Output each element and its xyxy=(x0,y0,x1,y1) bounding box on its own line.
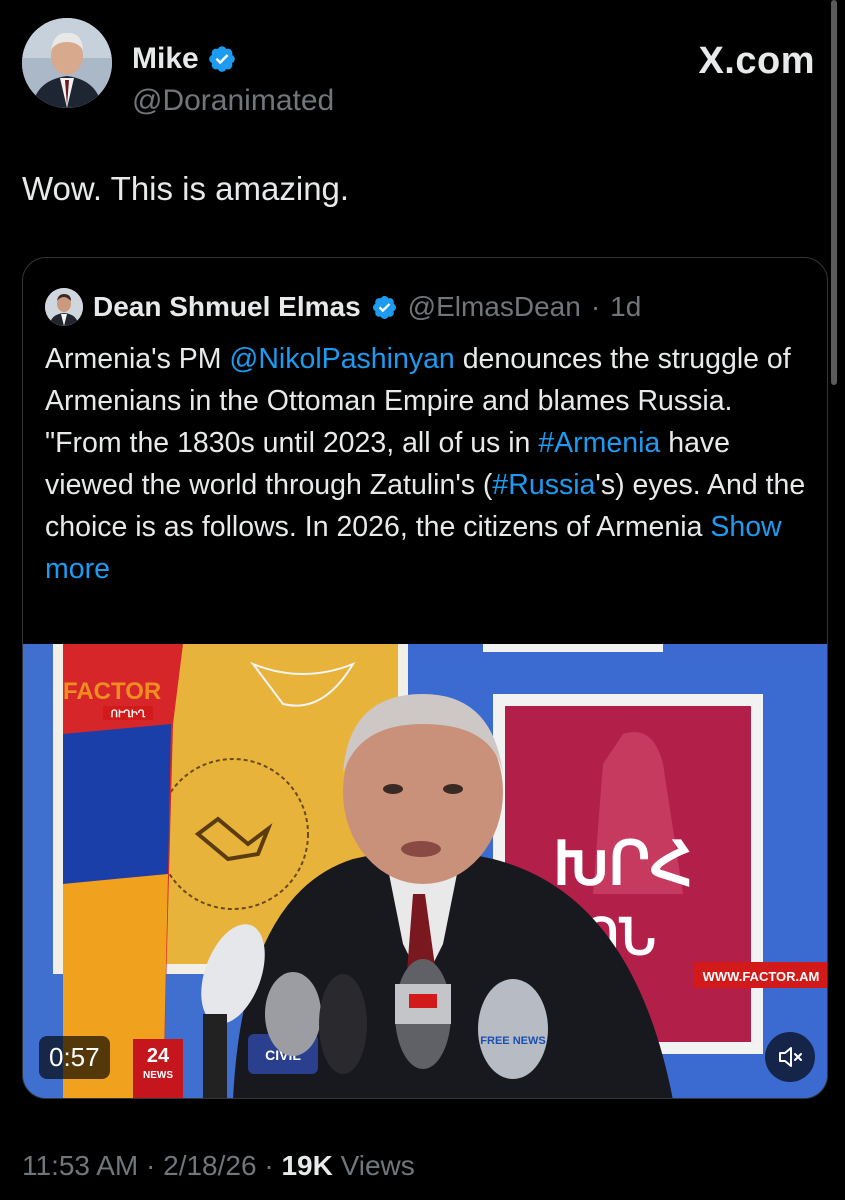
separator-dot: · xyxy=(590,291,601,322)
hashtag-link[interactable]: #Armenia xyxy=(538,427,660,459)
speaker-muted-icon xyxy=(779,1047,802,1067)
tweet-header: Mike @Doranimated X.com xyxy=(22,18,815,117)
verified-badge-icon xyxy=(372,295,396,319)
quoted-display-name[interactable]: Dean Shmuel Elmas xyxy=(93,291,361,323)
scrollbar[interactable] xyxy=(831,0,837,385)
quoted-time[interactable]: 1d xyxy=(610,291,641,323)
video-watermark-sub: ՈՒՂԻՂ xyxy=(111,709,146,720)
video-duration: 0:57 xyxy=(39,1036,110,1079)
tweet-time[interactable]: 11:53 AM xyxy=(22,1150,138,1181)
tweet-text: Wow. This is amazing. xyxy=(22,170,350,207)
site-watermark: X.com xyxy=(698,40,815,82)
display-name[interactable]: Mike xyxy=(132,42,199,76)
views-label: Views xyxy=(332,1150,415,1181)
video-frame: ԽՐՀ ՈՆ WWW.FACTOR.AM FACTOR ՈՒՂԻՂ 24 NEW… xyxy=(23,644,827,1098)
mention-link[interactable]: @NikolPashinyan xyxy=(229,343,454,375)
mic-label: 24 xyxy=(147,1045,170,1067)
video-watermark-brand: FACTOR xyxy=(63,678,161,705)
quoted-tweet-body: Armenia's PM @NikolPashinyan denounces t… xyxy=(45,338,815,590)
quoted-handle[interactable]: @ElmasDean xyxy=(408,291,581,323)
tweet-date[interactable]: 2/18/26 xyxy=(163,1150,256,1181)
quoted-tweet[interactable]: Dean Shmuel Elmas @ElmasDean · 1d Armeni… xyxy=(22,257,828,1099)
video-player[interactable]: ԽՐՀ ՈՆ WWW.FACTOR.AM FACTOR ՈՒՂԻՂ 24 NEW… xyxy=(23,644,827,1098)
avatar[interactable] xyxy=(22,18,112,108)
quoted-tweet-header: Dean Shmuel Elmas @ElmasDean · 1d xyxy=(45,288,641,326)
svg-text:ԽՐՀ: ԽՐՀ xyxy=(553,830,693,897)
hashtag-link[interactable]: #Russia xyxy=(492,469,595,501)
user-handle[interactable]: @Doranimated xyxy=(132,84,334,118)
views-count[interactable]: 19K xyxy=(281,1150,332,1181)
site-banner-text: WWW.FACTOR.AM xyxy=(703,969,820,984)
body-text: Armenia's PM xyxy=(45,343,230,375)
verified-badge-icon xyxy=(208,46,235,72)
separator-dot: · xyxy=(138,1150,164,1181)
separator-dot: · xyxy=(256,1150,282,1181)
mute-button[interactable] xyxy=(765,1032,815,1082)
mic-label: NEWS xyxy=(143,1070,173,1081)
quoted-avatar[interactable] xyxy=(45,288,83,326)
tweet-meta: 11:53 AM · 2/18/26 · 19K Views xyxy=(22,1150,415,1182)
mic-label: FREE NEWS xyxy=(480,1035,545,1047)
